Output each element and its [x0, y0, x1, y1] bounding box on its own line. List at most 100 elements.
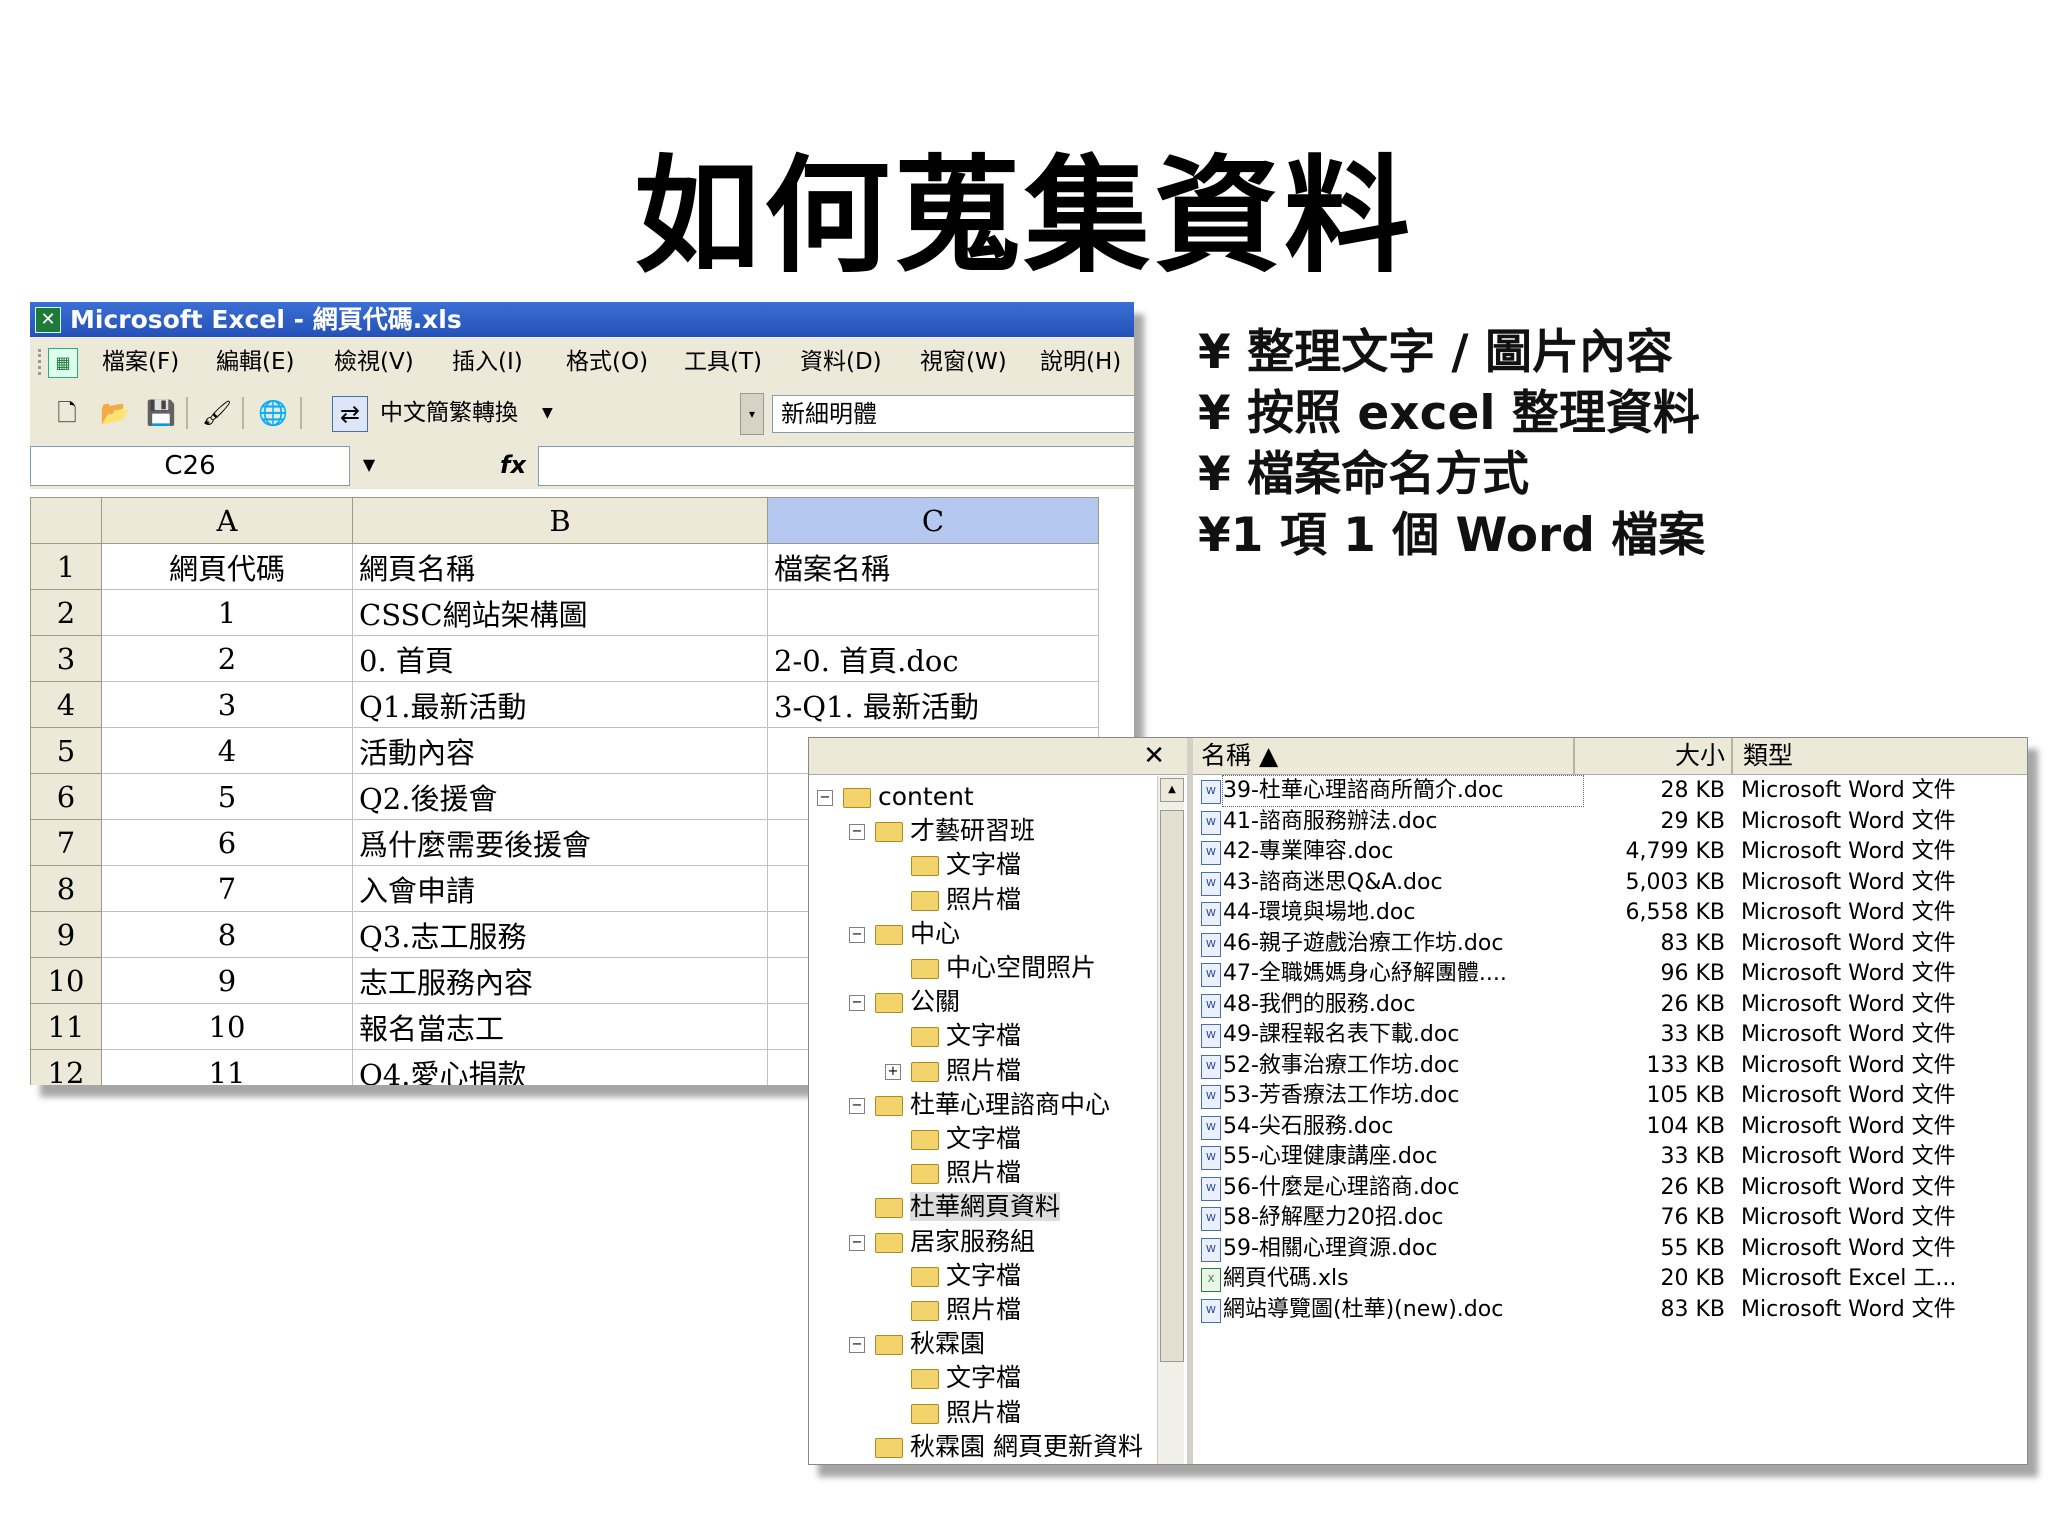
formula-input[interactable] [538, 446, 1134, 486]
cell[interactable]: 網頁名稱 [352, 543, 768, 590]
file-row[interactable]: W 43-諮商迷思Q&A.doc 5,003 KB Microsoft Word 文件 [1193, 868, 2027, 898]
cell[interactable]: Q3.志工服務 [352, 911, 768, 958]
name-box[interactable]: C26 [30, 446, 350, 486]
workbook-icon[interactable]: ▦ [48, 348, 78, 378]
tree-item[interactable]: 照片檔 [885, 883, 1021, 917]
expand-icon[interactable]: + [885, 1063, 901, 1080]
select-all-corner[interactable] [30, 497, 102, 544]
cell[interactable]: 4 [101, 727, 353, 774]
tree-item[interactable]: 照片檔 [885, 1293, 1021, 1327]
open-folder-icon[interactable]: 📂 [98, 396, 132, 430]
cell[interactable]: 0. 首頁 [352, 635, 768, 682]
tree-item[interactable]: − content [817, 780, 974, 814]
convert-icon[interactable]: ⇄ [332, 396, 368, 432]
format-painter-icon[interactable]: 🖌 [200, 396, 234, 430]
cell[interactable]: 11 [101, 1049, 353, 1085]
row-header[interactable]: 8 [30, 865, 102, 912]
new-file-icon[interactable]: 🗋 [50, 396, 84, 430]
tree-item[interactable]: + 照片檔 [885, 1054, 1021, 1088]
cell[interactable]: 10 [101, 1003, 353, 1050]
tree-item[interactable]: 文字檔 [885, 1122, 1021, 1156]
column-header-type[interactable]: 類型 [1735, 738, 2027, 774]
cell[interactable]: Q2.後援會 [352, 773, 768, 820]
cell[interactable]: 6 [101, 819, 353, 866]
tree-item[interactable]: − 公關 [849, 985, 960, 1019]
menu-file[interactable]: 檔案(F) [102, 337, 179, 387]
row-header[interactable]: 12 [30, 1049, 102, 1085]
cell[interactable]: 網頁代碼 [101, 543, 353, 590]
menu-format[interactable]: 格式(O) [566, 337, 648, 387]
fx-icon[interactable]: fx [500, 446, 526, 484]
cell[interactable]: 3 [101, 681, 353, 728]
cell[interactable]: Q4.愛心捐款 [352, 1049, 768, 1085]
row-header[interactable]: 4 [30, 681, 102, 728]
row-header[interactable]: 11 [30, 1003, 102, 1050]
file-row[interactable]: W 48-我們的服務.doc 26 KB Microsoft Word 文件 [1193, 990, 2027, 1020]
column-header-c[interactable]: C [767, 497, 1099, 544]
tree-scrollbar[interactable]: ▲ [1157, 776, 1184, 1464]
menu-window[interactable]: 視窗(W) [920, 337, 1007, 387]
cell[interactable]: 志工服務內容 [352, 957, 768, 1004]
file-row[interactable]: W 52-敘事治療工作坊.doc 133 KB Microsoft Word 文件 [1193, 1051, 2027, 1081]
collapse-icon[interactable]: − [817, 790, 833, 806]
tree-item[interactable]: − 中心 [849, 917, 960, 951]
tree-item[interactable]: 中心空間照片 [885, 951, 1096, 985]
cell[interactable]: Q1.最新活動 [352, 681, 768, 728]
chevron-down-icon[interactable]: ▼ [352, 446, 386, 484]
font-name-box[interactable]: 新細明體 [772, 395, 1134, 433]
tree-item[interactable]: 杜華網頁資料 [849, 1190, 1061, 1224]
menu-data[interactable]: 資料(D) [800, 337, 882, 387]
collapse-icon[interactable]: − [849, 926, 865, 943]
cell[interactable]: 3-Q1. 最新活動 [767, 681, 1099, 728]
chinese-convert-dropdown[interactable]: 中文簡繁轉換 ▼ [380, 395, 770, 431]
menu-edit[interactable]: 編輯(E) [216, 337, 294, 387]
file-row[interactable]: W 46-親子遊戲治療工作坊.doc 83 KB Microsoft Word 文件 [1193, 929, 2027, 959]
row-header[interactable]: 9 [30, 911, 102, 958]
cell[interactable]: 入會申請 [352, 865, 768, 912]
column-header-a[interactable]: A [101, 497, 353, 544]
collapse-icon[interactable]: − [849, 1337, 865, 1354]
cell[interactable]: 爲什麼需要後援會 [352, 819, 768, 866]
cell[interactable]: 9 [101, 957, 353, 1004]
scroll-up-icon[interactable]: ▲ [1160, 778, 1184, 802]
menu-help[interactable]: 說明(H) [1040, 337, 1121, 387]
cell[interactable]: 8 [101, 911, 353, 958]
tree-item[interactable]: 文字檔 [885, 1259, 1021, 1293]
collapse-icon[interactable]: − [849, 824, 865, 841]
file-row[interactable]: W 54-尖石服務.doc 104 KB Microsoft Word 文件 [1193, 1112, 2027, 1142]
file-row[interactable]: X 網頁代碼.xls 20 KB Microsoft Excel 工... [1193, 1264, 2027, 1294]
row-header[interactable]: 3 [30, 635, 102, 682]
collapse-icon[interactable]: − [849, 995, 865, 1012]
tree-item[interactable]: − 秋霖園 [849, 1327, 985, 1361]
tree-item[interactable]: 文字檔 [885, 1019, 1021, 1053]
tree-item[interactable]: − 才藝研習班 [849, 814, 1035, 848]
file-row[interactable]: W 55-心理健康講座.doc 33 KB Microsoft Word 文件 [1193, 1142, 2027, 1172]
cell[interactable]: 活動內容 [352, 727, 768, 774]
file-row[interactable]: W 47-全職媽媽身心紓解團體.... 96 KB Microsoft Word 文件 [1193, 959, 2027, 989]
cell[interactable]: 2 [101, 635, 353, 682]
cell[interactable]: 7 [101, 865, 353, 912]
cell[interactable]: 報名當志工 [352, 1003, 768, 1050]
collapse-icon[interactable]: − [849, 1234, 865, 1251]
cell[interactable] [767, 589, 1099, 636]
file-row[interactable]: W 44-環境與場地.doc 6,558 KB Microsoft Word 文件 [1193, 898, 2027, 928]
toolbar-overflow-icon[interactable]: ▾ [740, 393, 764, 435]
menu-view[interactable]: 檢視(V) [334, 337, 414, 387]
file-row[interactable]: W 41-諮商服務辦法.doc 29 KB Microsoft Word 文件 [1193, 807, 2027, 837]
row-header[interactable]: 10 [30, 957, 102, 1004]
row-header[interactable]: 5 [30, 727, 102, 774]
tree-item[interactable]: 文字檔 [885, 1361, 1021, 1395]
tree-item[interactable]: 文字檔 [885, 848, 1021, 882]
row-header[interactable]: 1 [30, 543, 102, 590]
collapse-icon[interactable]: − [849, 1097, 865, 1114]
tree-item[interactable]: − 杜華心理諮商中心 [849, 1088, 1110, 1122]
file-row[interactable]: W 42-專業陣容.doc 4,799 KB Microsoft Word 文件 [1193, 837, 2027, 867]
file-row[interactable]: W 網站導覽圖(杜華)(new).doc 83 KB Microsoft Word 文… [1193, 1295, 2027, 1325]
scroll-thumb[interactable] [1160, 810, 1184, 1362]
file-row[interactable]: W 49-課程報名表下載.doc 33 KB Microsoft Word 文件 [1193, 1020, 2027, 1050]
menu-tools[interactable]: 工具(T) [684, 337, 762, 387]
tree-item[interactable]: 秋霖園 網頁更新資料 [849, 1430, 1143, 1464]
menu-insert[interactable]: 插入(I) [452, 337, 523, 387]
column-header-name[interactable]: 名稱 ▲ [1193, 738, 1575, 774]
tree-item[interactable]: 照片檔 [885, 1156, 1021, 1190]
